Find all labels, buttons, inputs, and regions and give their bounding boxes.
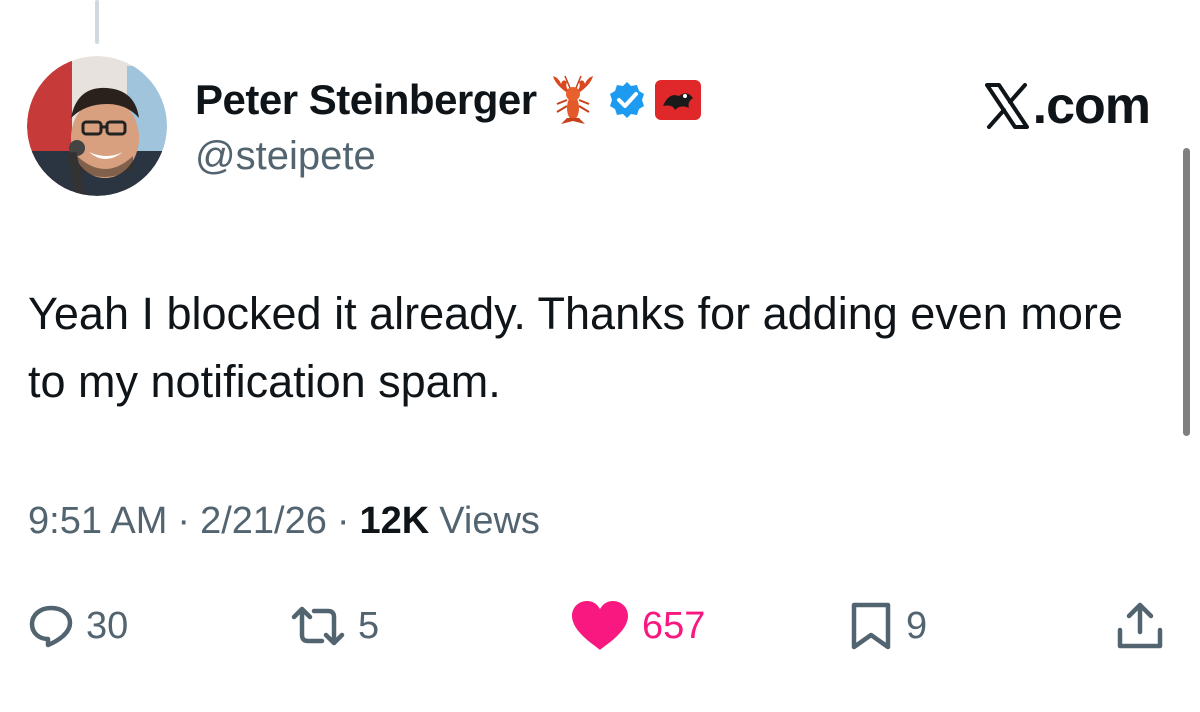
affiliate-badge-icon[interactable] <box>654 80 701 120</box>
site-mark: .com <box>984 76 1151 136</box>
repost-count: 5 <box>358 604 380 647</box>
like-button[interactable]: 657 <box>570 594 705 658</box>
tweet-text: Yeah I blocked it already. Thanks for ad… <box>28 288 1123 407</box>
x-logo-icon <box>984 83 1029 129</box>
lobster-icon <box>549 74 597 126</box>
like-count: 657 <box>642 604 706 647</box>
site-mark-text: .com <box>1032 77 1151 135</box>
reply-count: 30 <box>86 604 129 647</box>
repost-button[interactable]: 5 <box>290 594 379 658</box>
views-label: Views <box>439 500 540 542</box>
tweet-time[interactable]: 9:51 AM <box>28 500 167 543</box>
scrollbar[interactable] <box>1183 148 1190 436</box>
author-row: Peter Steinberger <box>195 70 701 130</box>
reply-button[interactable]: 30 <box>28 594 128 658</box>
tweet-date[interactable]: 2/21/26 <box>200 500 327 543</box>
bookmark-count: 9 <box>906 604 928 647</box>
avatar[interactable] <box>27 56 167 196</box>
thread-connector-line <box>95 0 99 44</box>
views-count: 12K <box>359 500 430 542</box>
speech-bubble-icon <box>28 603 74 649</box>
meta-separator: · <box>177 500 191 542</box>
tweet-actions-bar: 30 5 657 9 <box>0 594 1200 658</box>
verified-badge-icon[interactable] <box>607 80 647 120</box>
tweet-meta: 9:51 AM · 2/21/26 · 12K Views <box>28 500 540 543</box>
share-button[interactable] <box>1114 594 1166 658</box>
heart-icon <box>570 600 630 652</box>
meta-separator: · <box>336 500 350 542</box>
repost-arrows-icon <box>290 603 346 649</box>
author-display-name[interactable]: Peter Steinberger <box>195 76 537 124</box>
avatar-photo <box>27 56 167 196</box>
share-icon <box>1114 600 1166 652</box>
bookmark-button[interactable]: 9 <box>848 594 927 658</box>
author-handle[interactable]: @steipete <box>195 134 376 179</box>
bookmark-icon <box>848 601 894 651</box>
